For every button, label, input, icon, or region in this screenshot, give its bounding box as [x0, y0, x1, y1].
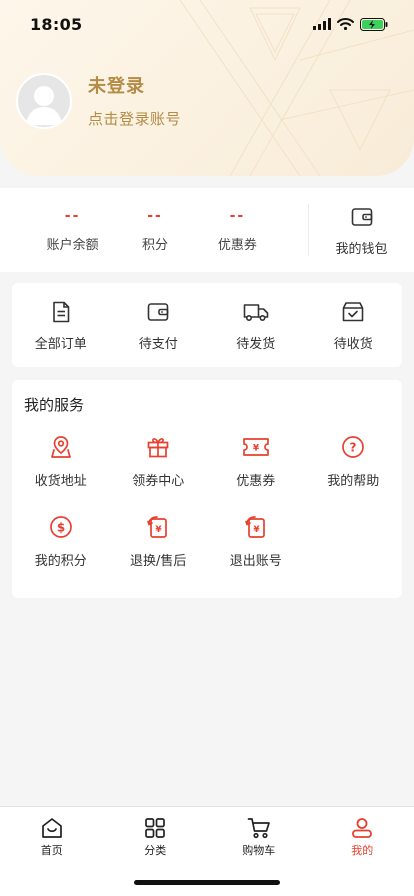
document-icon — [52, 301, 70, 322]
wifi-icon — [337, 18, 354, 30]
service-coupons[interactable]: ¥ 优惠券 — [207, 434, 305, 514]
stat-value: -- — [229, 207, 246, 224]
location-icon — [50, 436, 71, 458]
cellular-signal-icon — [313, 18, 331, 30]
stat-points[interactable]: -- 积分 — [114, 208, 196, 253]
tab-label: 我的 — [351, 844, 374, 857]
pending-receipt-button[interactable]: 待收货 — [305, 299, 403, 352]
service-refund[interactable]: ¥ 退换/售后 — [110, 514, 208, 594]
order-label: 全部订单 — [34, 336, 87, 352]
service-label: 我的积分 — [34, 554, 87, 569]
default-avatar-icon — [26, 85, 62, 125]
truck-icon — [243, 303, 269, 321]
services-title: 我的服务 — [24, 396, 85, 414]
service-label: 退换/售后 — [130, 554, 187, 569]
wallet-button[interactable]: 我的钱包 — [309, 204, 414, 257]
refund-icon: ¥ — [147, 516, 168, 538]
battery-charging-icon — [360, 17, 388, 31]
service-logout[interactable]: ¥ 退出账号 — [207, 514, 305, 594]
svg-text:?: ? — [350, 441, 357, 455]
svg-text:¥: ¥ — [253, 525, 260, 535]
service-label: 我的帮助 — [327, 474, 380, 489]
cart-icon — [247, 818, 270, 839]
service-coupon-center[interactable]: 领券中心 — [110, 434, 208, 514]
avatar[interactable] — [16, 72, 72, 129]
account-stats: -- 账户余额 -- 积分 -- 优惠券 我的钱包 — [0, 188, 414, 272]
stat-value: -- — [147, 207, 163, 224]
order-label: 待收货 — [333, 336, 373, 352]
service-label: 领券中心 — [132, 474, 185, 489]
service-label: 优惠券 — [236, 474, 276, 489]
refund-icon: ¥ — [244, 516, 265, 538]
dollar-icon: $ — [49, 516, 72, 538]
pending-payment-button[interactable]: 待支付 — [110, 299, 208, 352]
wallet-icon — [351, 207, 372, 226]
service-address[interactable]: 收货地址 — [12, 434, 110, 514]
stat-label: 积分 — [141, 237, 168, 253]
service-label: 收货地址 — [34, 474, 87, 489]
tab-mine[interactable]: 我的 — [311, 807, 414, 896]
stat-label: 优惠券 — [217, 237, 257, 253]
user-icon — [352, 818, 373, 838]
svg-text:¥: ¥ — [156, 525, 163, 535]
status-time: 18:05 — [30, 14, 83, 34]
stat-coupons[interactable]: -- 优惠券 — [196, 208, 278, 253]
coupon-icon: ¥ — [242, 438, 269, 456]
home-icon — [41, 818, 62, 838]
svg-text:¥: ¥ — [253, 444, 260, 454]
login-prompt[interactable]: 未登录 点击登录账号 — [16, 72, 181, 129]
order-label: 待支付 — [138, 336, 178, 352]
services-card: 我的服务 收货地址 领券中心 ¥ 优惠券 ? 我的帮助 $ 我的积分 ¥ 退换/… — [12, 380, 402, 598]
help-icon: ? — [342, 436, 365, 458]
stat-value: -- — [64, 207, 81, 224]
orders-card: 全部订单 待支付 待发货 待收货 — [12, 283, 402, 367]
box-check-icon — [342, 301, 364, 321]
pending-shipment-button[interactable]: 待发货 — [207, 299, 305, 352]
grid-icon — [145, 818, 166, 838]
svg-text:$: $ — [57, 521, 65, 535]
wallet-label: 我的钱包 — [335, 241, 388, 257]
wallet-icon — [147, 302, 169, 321]
home-indicator — [134, 880, 280, 885]
status-bar: 18:05 — [0, 0, 414, 48]
login-link[interactable]: 点击登录账号 — [88, 108, 181, 129]
service-help[interactable]: ? 我的帮助 — [305, 434, 403, 514]
stat-balance[interactable]: -- 账户余额 — [31, 208, 113, 253]
all-orders-button[interactable]: 全部订单 — [12, 299, 110, 352]
tab-label: 购物车 — [242, 844, 276, 857]
tab-label: 首页 — [40, 844, 63, 857]
gift-icon — [147, 438, 169, 458]
tab-home[interactable]: 首页 — [0, 807, 104, 896]
profile-name: 未登录 — [88, 76, 145, 97]
stat-label: 账户余额 — [46, 237, 99, 253]
service-points[interactable]: $ 我的积分 — [12, 514, 110, 594]
tab-label: 分类 — [144, 844, 167, 857]
order-label: 待发货 — [236, 336, 276, 352]
service-label: 退出账号 — [229, 554, 282, 569]
